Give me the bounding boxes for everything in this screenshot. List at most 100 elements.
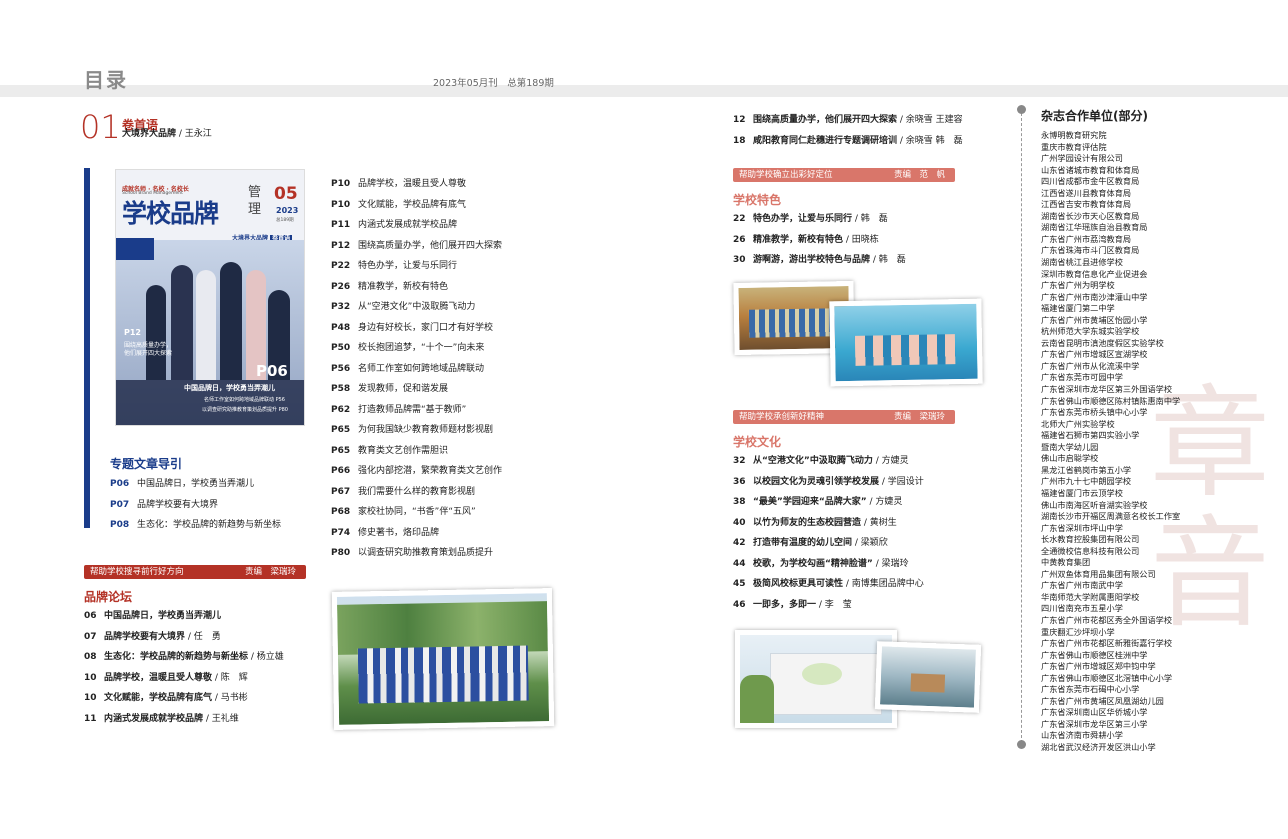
partner-item: 山东省诸城市教育和体育局 bbox=[1041, 164, 1140, 175]
cover-person-shape bbox=[220, 262, 242, 380]
list-item[interactable]: 44 校歌，为学校勾画“精神脸谱” / 梁瑞玲 bbox=[733, 554, 924, 575]
list-item[interactable]: 12 围绕高质量办学，他们展开四大探索 / 余晓雪 王建容 bbox=[733, 110, 963, 131]
partner-item: 湖南省江华瑶族自治县教育局 bbox=[1041, 222, 1148, 233]
list-item[interactable]: P12 围绕高质量办学，他们展开四大探索 bbox=[331, 236, 502, 257]
partner-item: 云南省昆明市滇池度假区实验学校 bbox=[1041, 337, 1164, 348]
partner-item: 北师大广州实验学校 bbox=[1041, 418, 1115, 429]
partner-item: 广东省东莞市可园中学 bbox=[1041, 372, 1123, 383]
partner-item: 华南师范大学附属惠阳学校 bbox=[1041, 591, 1140, 602]
list-item[interactable]: 11 内涵式发展成就学校品牌 / 王礼维 bbox=[84, 709, 284, 730]
list-item[interactable]: P65 为何我国缺少教育教师题材影视剧 bbox=[331, 420, 502, 441]
list-item[interactable]: P11 内涵式发展成就学校品牌 bbox=[331, 215, 502, 236]
list-item[interactable]: 38 “最美”学园迎来“品牌大家” / 方婕灵 bbox=[733, 492, 924, 513]
partner-item: 福建省厦门市云顶学校 bbox=[1041, 487, 1123, 498]
partner-item: 广东省广州市增城区宣湖学校 bbox=[1041, 349, 1148, 360]
list-item[interactable]: P65 教育类文艺创作需胆识 bbox=[331, 441, 502, 462]
partner-item: 永博明教育研究院 bbox=[1041, 130, 1107, 140]
school-culture-title: 学校文化 bbox=[733, 435, 782, 449]
partner-item: 广东省深圳市龙华区第三外国语学校 bbox=[1041, 384, 1173, 395]
partner-item: 佛山市启聪学校 bbox=[1041, 453, 1099, 464]
list-item[interactable]: 07 品牌学校要有大境界 / 任 勇 bbox=[84, 627, 284, 648]
list-item[interactable]: P68 家校社协同，“书香”伴“五风” bbox=[331, 502, 502, 523]
partners-title: 杂志合作单位(部分) bbox=[1041, 109, 1148, 123]
list-item[interactable]: P26 精准教学，新校有特色 bbox=[331, 277, 502, 298]
cover-person-shape bbox=[171, 265, 193, 380]
partner-item: 广东省深圳南山区华侨城小学 bbox=[1041, 707, 1148, 718]
partner-item: 杭州师范大学东城实验学校 bbox=[1041, 326, 1140, 337]
partner-item: 湖南省长沙市天心区教育局 bbox=[1041, 210, 1140, 221]
partner-item: 全通微校信息科技有限公司 bbox=[1041, 545, 1140, 556]
banner-editor: 责编 梁瑞玲 bbox=[893, 412, 945, 422]
cover-title: 学校品牌 bbox=[122, 199, 219, 228]
list-item[interactable]: P58 发现教师，促和谐发展 bbox=[331, 379, 502, 400]
cover-person-shape bbox=[146, 285, 166, 380]
partner-item: 广东省广州市花都区秀全外国语学校 bbox=[1041, 614, 1173, 625]
brand-forum-list: 06 中国品牌日，学校勇当弄潮儿 07 品牌学校要有大境界 / 任 勇 08 生态化：… bbox=[84, 606, 284, 729]
list-item[interactable]: P50 校长抱团追梦，“十个一”向未来 bbox=[331, 338, 502, 359]
school-culture-list: 32 从“空港文化”中汲取腾飞动力 / 方婕灵 36 以校园文化为灵魂引领学校发展 … bbox=[733, 451, 924, 615]
cover-spine bbox=[84, 168, 90, 528]
brand-forum-banner: 帮助学校搜寻前行好方向 责编 梁瑞玲 bbox=[84, 565, 306, 579]
list-item[interactable]: 26 精准教学，新校有特色 / 田晓栋 bbox=[733, 230, 906, 251]
list-item[interactable]: P08 生态化：学校品牌的新趋势与新坐标 bbox=[110, 515, 281, 536]
partners-dot-top bbox=[1017, 105, 1026, 114]
partner-item: 山东省济南市舜耕小学 bbox=[1041, 730, 1123, 741]
list-item[interactable]: P10 文化赋能，学校品牌有底气 bbox=[331, 195, 502, 216]
list-item[interactable]: P80 以调查研究助推教育策划品质提升 bbox=[331, 543, 502, 564]
partner-item: 广东省深圳市龙华区第三小学 bbox=[1041, 718, 1148, 729]
cover-year: 2023 bbox=[276, 206, 299, 215]
list-item[interactable]: 10 文化赋能，学校品牌有底气 / 马书彬 bbox=[84, 688, 284, 709]
list-item[interactable]: 45 极简风校标更具可读性 / 南博集团品牌中心 bbox=[733, 574, 924, 595]
banner-text: 帮助学校承创新好精神 bbox=[739, 412, 825, 422]
list-item[interactable]: P22 特色办学，让爱与乐同行 bbox=[331, 256, 502, 277]
list-item[interactable]: P10 品牌学校，温暖且受人尊敬 bbox=[331, 174, 502, 195]
right-top-list: 12 围绕高质量办学，他们展开四大探索 / 余晓雪 王建容 18 咸阳教育同仁赴穗进… bbox=[733, 110, 963, 151]
list-item[interactable]: 18 咸阳教育同仁赴穗进行专题调研培训 / 余晓雪 韩 磊 bbox=[733, 131, 963, 152]
list-item[interactable]: 10 品牌学校，温暖且受人尊敬 / 陈 辉 bbox=[84, 668, 284, 689]
list-item[interactable]: P07 品牌学校要有大境界 bbox=[110, 495, 281, 516]
cover-total: 总189期 bbox=[276, 218, 294, 223]
list-item[interactable]: P67 我们需要什么样的教育影视剧 bbox=[331, 482, 502, 503]
list-item[interactable]: P48 身边有好校长，家门口才有好学校 bbox=[331, 318, 502, 339]
photo-pavilion bbox=[874, 641, 982, 713]
partner-item: 江西省吉安市教育体育局 bbox=[1041, 199, 1132, 210]
list-item[interactable]: P32 从“空港文化”中汲取腾飞动力 bbox=[331, 297, 502, 318]
banner-editor: 责编 梁瑞玲 bbox=[244, 567, 296, 577]
cover-index-list: P10 品牌学校，温暖且受人尊敬 P10 文化赋能，学校品牌有底气 P11 内涵式发展… bbox=[331, 174, 502, 564]
list-item[interactable]: 22 特色办学，让爱与乐同行 / 韩 磊 bbox=[733, 209, 906, 230]
school-culture-banner: 帮助学校承创新好精神 责编 梁瑞玲 bbox=[733, 410, 955, 424]
partner-item: 重庆翻汇沙坪坝小学 bbox=[1041, 626, 1115, 637]
school-feature-banner: 帮助学校确立出彩好定位 责编 范 帆 bbox=[733, 168, 955, 182]
list-item[interactable]: P56 名师工作室如何跨地域品牌联动 bbox=[331, 359, 502, 380]
partner-item: 广东省佛山市顺德区桂洲中学 bbox=[1041, 649, 1148, 660]
partner-item: 广东省广州市南沙津灌山中学 bbox=[1041, 291, 1148, 302]
list-item[interactable]: 40 以竹为师友的生态校园营造 / 黄树生 bbox=[733, 513, 924, 534]
brand-forum-title: 品牌论坛 bbox=[84, 590, 133, 604]
list-item[interactable]: 06 中国品牌日，学校勇当弄潮儿 bbox=[84, 606, 284, 627]
partner-item: 湖南省桃江县进修学校 bbox=[1041, 257, 1123, 268]
list-item[interactable]: 42 打造带有温度的幼儿空间 / 梁颖欣 bbox=[733, 533, 924, 554]
partner-item: 广东省广州市黄埔区凤凰湖幼儿园 bbox=[1041, 695, 1164, 706]
partner-item: 广东省广州为明学校 bbox=[1041, 280, 1115, 291]
list-item[interactable]: P74 修史著书，烙印品牌 bbox=[331, 523, 502, 544]
partner-item: 广东省广州市从化流溪中学 bbox=[1041, 360, 1140, 371]
cover-p06: P06 bbox=[256, 362, 288, 380]
banner-editor: 责编 范 帆 bbox=[893, 170, 945, 180]
partner-item: 黑龙江省鹤岗市第五小学 bbox=[1041, 464, 1132, 475]
list-item[interactable]: P66 强化内部挖潜，繁荣教育类文艺创作 bbox=[331, 461, 502, 482]
lead-article-title: 大境界大品牌 bbox=[122, 129, 177, 139]
cover-issue-number: 05 bbox=[274, 184, 298, 204]
list-item[interactable]: 36 以校园文化为灵魂引领学校发展 / 学园设计 bbox=[733, 472, 924, 493]
cover-title-side: 管理 bbox=[248, 185, 262, 217]
magazine-cover[interactable]: 成就名师 · 名校 · 名校长 School Brand Management … bbox=[115, 169, 305, 426]
lead-article[interactable]: 大境界大品牌 / 王永江 bbox=[122, 126, 212, 142]
list-item[interactable]: 30 游啊游，游出学校特色与品牌 / 韩 磊 bbox=[733, 250, 906, 271]
list-item[interactable]: P06 中国品牌日，学校勇当弄潮儿 bbox=[110, 474, 281, 495]
cover-badge: P12 bbox=[124, 328, 141, 337]
school-feature-title: 学校特色 bbox=[733, 193, 782, 207]
list-item[interactable]: P62 打造教师品牌需“基于教师” bbox=[331, 400, 502, 421]
list-item[interactable]: 32 从“空港文化”中汲取腾飞动力 / 方婕灵 bbox=[733, 451, 924, 472]
partner-item: 广东省珠海市斗门区教育局 bbox=[1041, 245, 1140, 256]
list-item[interactable]: 08 生态化：学校品牌的新趋势与新坐标 / 杨立雄 bbox=[84, 647, 284, 668]
list-item[interactable]: 46 一即多，多即一 / 李 莹 bbox=[733, 595, 924, 616]
